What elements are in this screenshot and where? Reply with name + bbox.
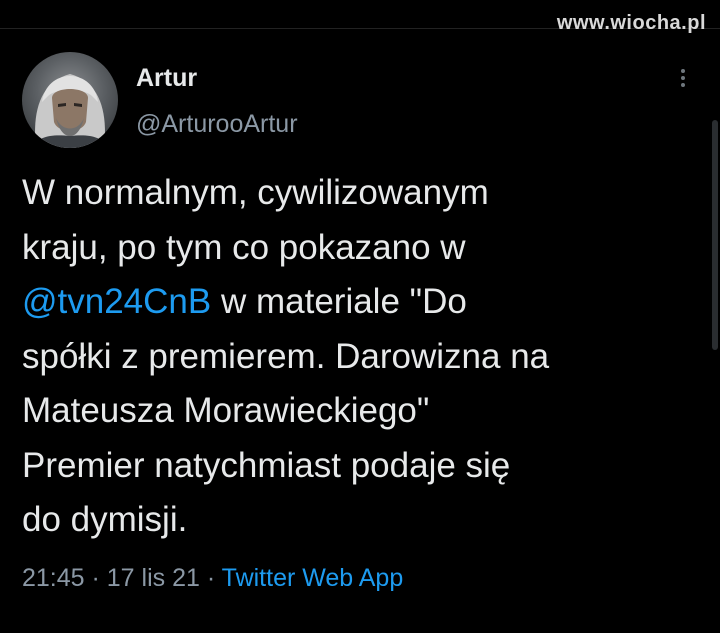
tweet-line: kraju, po tym co pokazano w xyxy=(22,227,466,267)
tweet-text: W normalnym, cywilizowanym kraju, po tym… xyxy=(22,166,702,548)
meta-separator: · xyxy=(199,564,222,592)
tweet-line: Premier natychmiast podaje się xyxy=(22,445,511,485)
site-watermark: www.wiocha.pl xyxy=(556,12,706,34)
meta-separator: · xyxy=(84,564,107,592)
avatar[interactable] xyxy=(22,52,118,148)
avatar-portrait-icon xyxy=(32,74,108,148)
tweet-line: W normalnym, cywilizowanym xyxy=(22,173,489,212)
tweet-line: do dymisji. xyxy=(22,500,188,539)
more-vertical-icon[interactable] xyxy=(674,66,692,96)
dot xyxy=(681,83,685,87)
author-handle[interactable]: @ArturooArtur xyxy=(136,110,298,139)
tweet-date[interactable]: 17 lis 21 xyxy=(107,564,200,592)
author-display-name[interactable]: Artur xyxy=(136,64,197,93)
dot xyxy=(681,76,685,80)
tweet-line: @tvn24CnB w materiale "Do xyxy=(22,275,702,330)
tweet-time[interactable]: 21:45 xyxy=(22,564,85,592)
tweet-meta: 21:45 · 17 lis 21 · Twitter Web App xyxy=(22,564,403,593)
tweet-line: spółki z premierem. Darowizna na xyxy=(22,336,550,376)
tweet-line-text: w materiale "Do xyxy=(211,282,467,321)
dot xyxy=(681,69,685,73)
tweet-source-link[interactable]: Twitter Web App xyxy=(222,564,404,592)
scrollbar[interactable] xyxy=(712,120,718,350)
mention-link[interactable]: @tvn24CnB xyxy=(22,282,211,321)
tweet-line: Mateusza Morawieckiego" xyxy=(22,391,430,430)
